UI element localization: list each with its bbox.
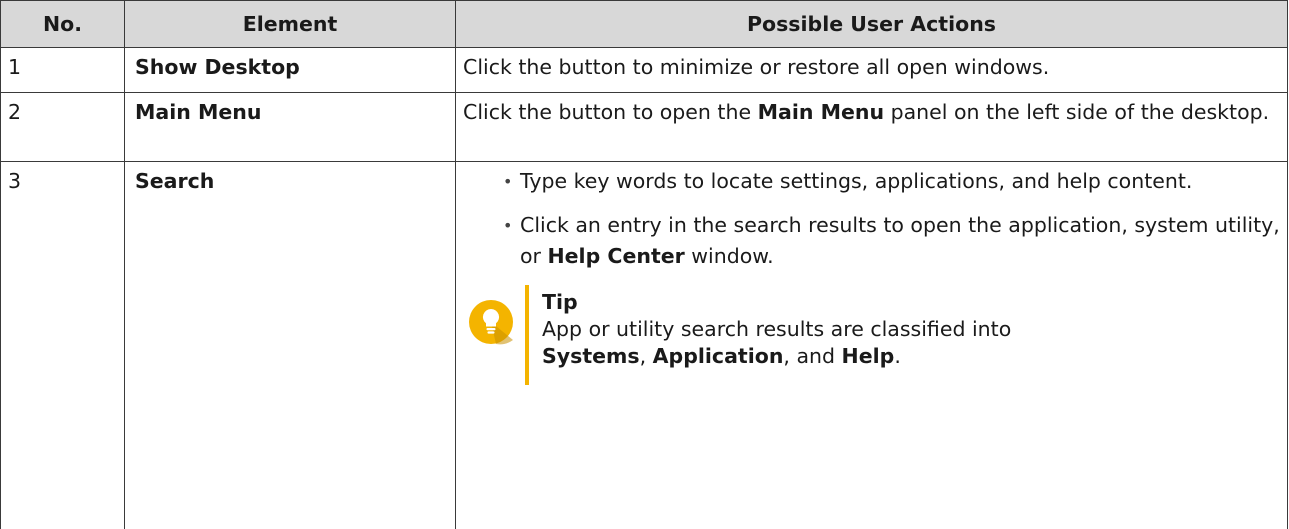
row-element: Main Menu — [125, 93, 456, 162]
list-item: Type key words to locate settings, appli… — [463, 166, 1281, 197]
row-number: 2 — [1, 93, 125, 162]
actions-table: No. Element Possible User Actions 1 Show… — [0, 0, 1288, 529]
action-text: Click the button to open the — [463, 100, 758, 124]
row-number: 1 — [1, 48, 125, 93]
tip-bold-application: Application — [653, 344, 784, 368]
tip-body: Tip App or utility search results are cl… — [542, 289, 1011, 370]
tip-sep: , — [640, 344, 653, 368]
tip-sep: , and — [783, 344, 841, 368]
tip-callout: Tip App or utility search results are cl… — [463, 285, 1281, 393]
header-element: Element — [125, 1, 456, 48]
bullet-text: window. — [685, 244, 774, 268]
table-row: 2 Main Menu Click the button to open the… — [1, 93, 1288, 162]
row-number: 3 — [1, 162, 125, 529]
tip-bold-systems: Systems — [542, 344, 640, 368]
bullet-text: Type key words to locate settings, appli… — [520, 169, 1192, 193]
tip-bold-help: Help — [842, 344, 895, 368]
tip-end: . — [894, 344, 901, 368]
lightbulb-icon — [468, 299, 514, 345]
tip-accent-bar — [525, 285, 529, 385]
list-item: Click an entry in the search results to … — [463, 210, 1281, 272]
bullet-bold: Help Center — [548, 244, 685, 268]
action-bullet-list: Type key words to locate settings, appli… — [463, 166, 1281, 272]
row-action: Click the button to open the Main Menu p… — [456, 93, 1288, 162]
action-bold: Main Menu — [758, 100, 884, 124]
tip-text: App or utility search results are classi… — [542, 316, 1011, 370]
table-row: 3 Search Type key words to locate settin… — [1, 162, 1288, 529]
row-action: Type key words to locate settings, appli… — [456, 162, 1288, 529]
tip-title: Tip — [542, 289, 1011, 316]
row-element: Search — [125, 162, 456, 529]
action-text: panel on the left side of the desktop. — [884, 100, 1269, 124]
row-action: Click the button to minimize or restore … — [456, 48, 1288, 93]
header-no: No. — [1, 1, 125, 48]
row-element: Show Desktop — [125, 48, 456, 93]
header-actions: Possible User Actions — [456, 1, 1288, 48]
tip-text-part: App or utility search results are classi… — [542, 317, 1011, 341]
table-header-row: No. Element Possible User Actions — [1, 1, 1288, 48]
table-row: 1 Show Desktop Click the button to minim… — [1, 48, 1288, 93]
